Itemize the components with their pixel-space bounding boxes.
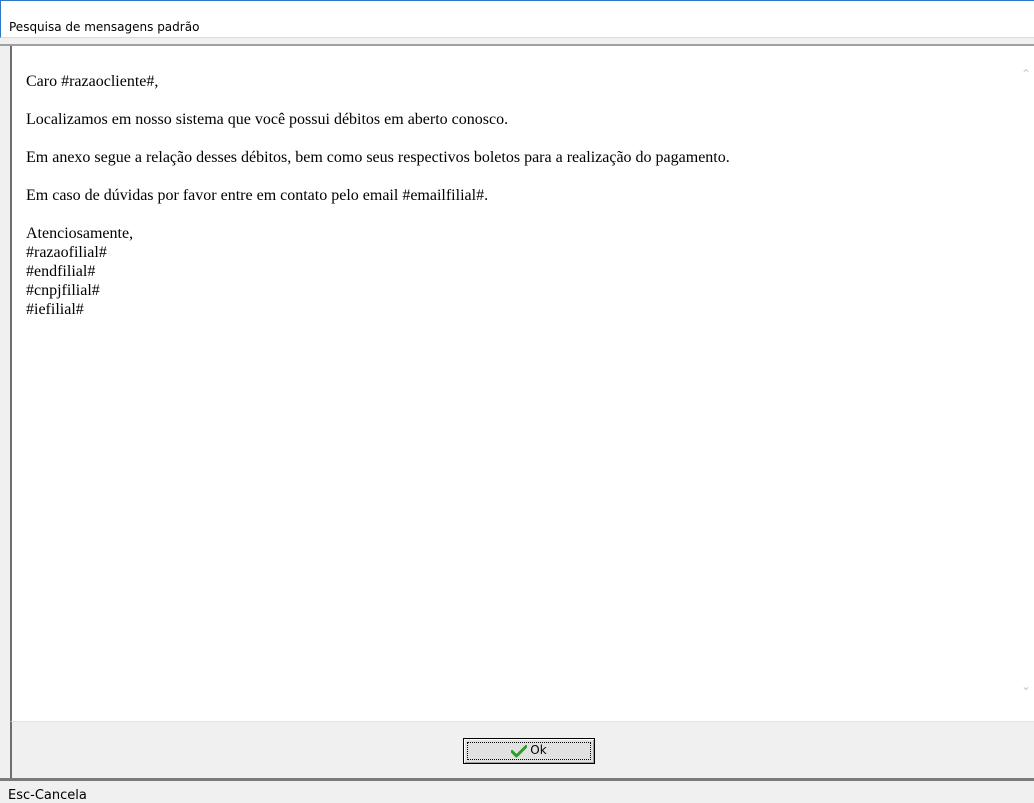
ok-button-label: Ok	[530, 743, 547, 757]
status-text: Esc-Cancela	[8, 788, 87, 803]
signature-line: #cnpjfilial#	[26, 282, 100, 299]
scroll-up-icon[interactable]: ⌃	[1020, 68, 1032, 80]
ok-button[interactable]: Ok	[463, 738, 595, 764]
message-paragraph-3: Em caso de dúvidas por favor entre em co…	[26, 187, 489, 204]
button-bar: Ok	[10, 721, 1034, 778]
status-bar: Esc-Cancela	[0, 781, 1034, 803]
signature-line: #razaofilial#	[26, 244, 107, 261]
message-paragraph-1: Localizamos em nosso sistema que você po…	[26, 111, 509, 128]
scroll-down-icon[interactable]: ⌄	[1020, 680, 1032, 692]
signature-line: Atenciosamente,	[26, 225, 134, 242]
message-text-area[interactable]: Caro #razaocliente#, Localizamos em noss…	[10, 46, 1034, 721]
check-icon	[511, 744, 528, 757]
signature-line: #endfilial#	[26, 263, 96, 280]
signature-line: #iefilial#	[26, 301, 84, 318]
message-dialog-window: Pesquisa de mensagens padrão Caro #razao…	[0, 0, 1034, 803]
title-bar: Pesquisa de mensagens padrão	[0, 0, 1034, 38]
message-paragraph-2: Em anexo segue a relação desses débitos,…	[26, 149, 730, 166]
window-title: Pesquisa de mensagens padrão	[9, 20, 200, 34]
message-signature: Atenciosamente, #razaofilial# #endfilial…	[26, 224, 1006, 319]
ok-button-content: Ok	[464, 743, 594, 758]
message-content: Caro #razaocliente#, Localizamos em noss…	[26, 72, 1006, 319]
message-greeting: Caro #razaocliente#,	[26, 73, 159, 90]
